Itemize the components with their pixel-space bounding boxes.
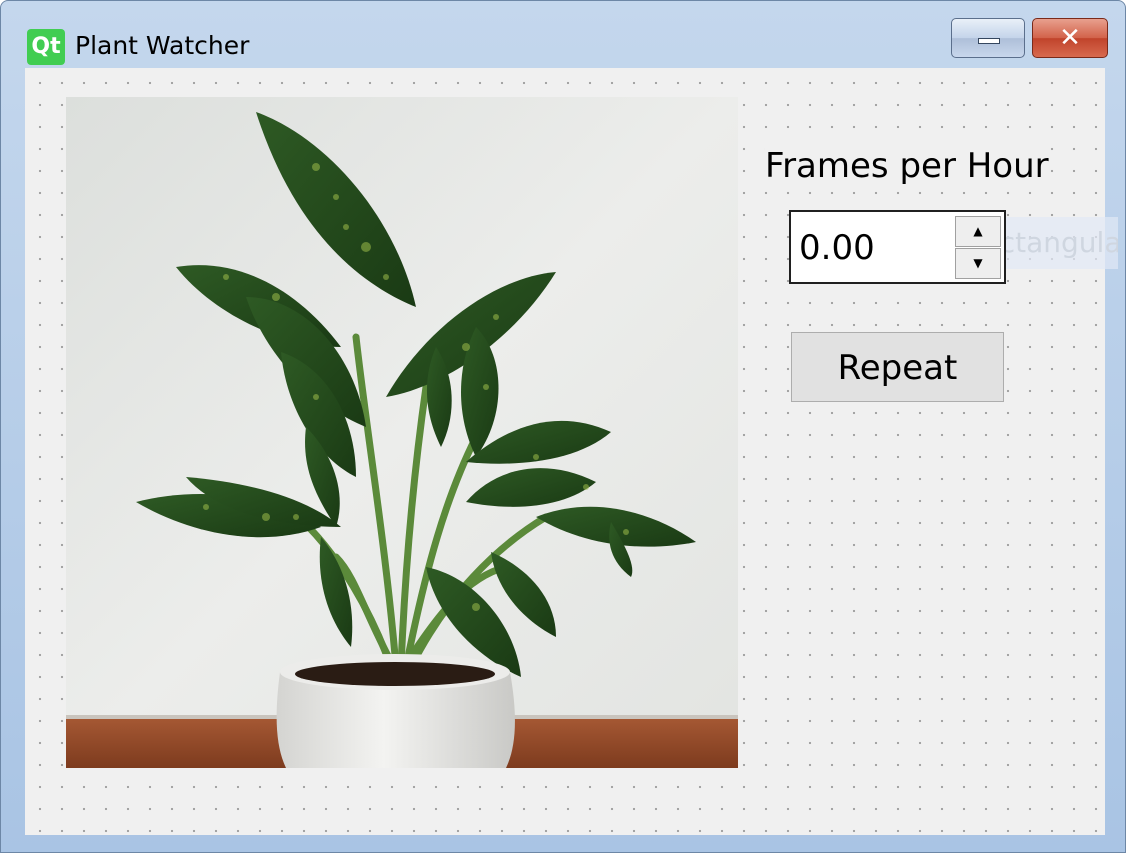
minimize-button[interactable] bbox=[951, 18, 1025, 58]
window-title: Plant Watcher bbox=[75, 31, 250, 60]
close-icon: ✕ bbox=[1059, 23, 1081, 53]
plant-image bbox=[66, 97, 738, 768]
qt-logo-icon: Qt bbox=[27, 29, 65, 65]
title-bar[interactable]: Qt Plant Watcher ✕ bbox=[1, 1, 1125, 67]
frames-per-hour-value[interactable]: 0.00 bbox=[799, 228, 875, 268]
frames-per-hour-label: Frames per Hour bbox=[765, 146, 1049, 186]
close-button[interactable]: ✕ bbox=[1032, 18, 1108, 58]
repeat-button[interactable]: Repeat bbox=[791, 332, 1004, 402]
frames-per-hour-spinbox[interactable]: 0.00 ▲ ▼ bbox=[789, 210, 1006, 284]
spin-down-button[interactable]: ▼ bbox=[955, 248, 1001, 279]
spin-up-button[interactable]: ▲ bbox=[955, 216, 1001, 247]
minimize-icon bbox=[978, 38, 1000, 44]
